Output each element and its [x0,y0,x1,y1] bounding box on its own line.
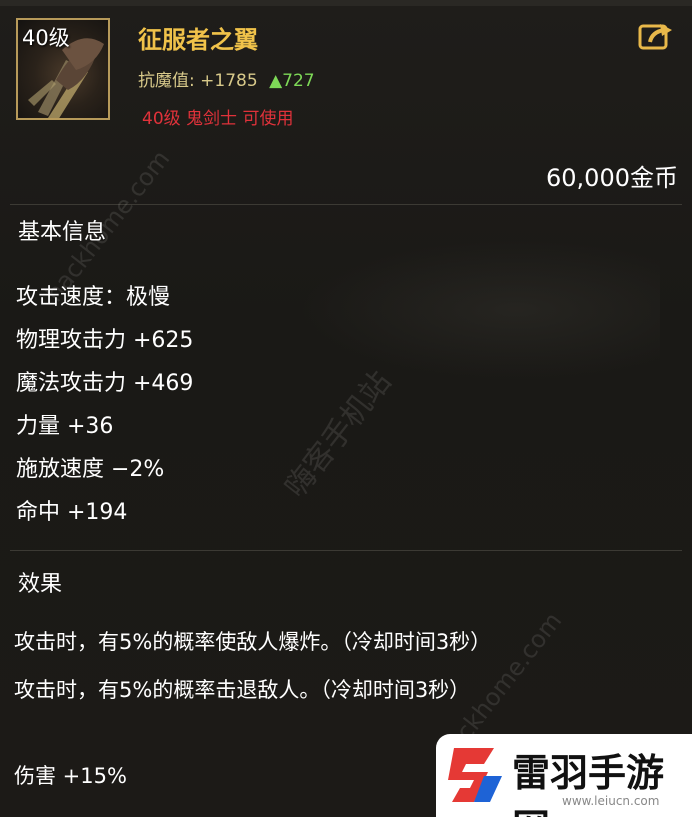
stat-cast-speed: 施放速度 −2% [16,457,165,482]
magic-resist-line: 抗魔值: +1785 ▲727 [138,66,315,91]
stat-hit: 命中 +194 [16,500,128,525]
magic-resist-value: +1785 [200,71,258,91]
item-level-tag: 40级 [22,26,70,50]
share-icon [638,24,672,50]
item-tooltip-panel: 40级 征服者之翼 抗魔值: +1785 ▲727 40级 鬼剑士 可使用 60… [0,0,692,817]
divider-middle [10,550,682,551]
effect-line-knockback: 攻击时，有5%的概率击退敌人。（冷却时间3秒） [14,678,471,702]
usage-requirement: 40级 鬼剑士 可使用 [142,109,294,129]
magic-resist-delta: ▲727 [269,71,315,91]
top-strip [0,0,692,6]
share-button[interactable] [638,22,674,52]
item-price: 60,000金币 [546,164,678,192]
stat-physical-attack: 物理攻击力 +625 [16,328,194,353]
effect-line-explode: 攻击时，有5%的概率使敌人爆炸。（冷却时间3秒） [14,630,492,654]
logo-mark-icon [448,748,502,802]
watermark-site-name: 嗨客手机站 [278,364,399,505]
stat-magic-attack: 魔法攻击力 +469 [16,371,194,396]
stat-strength: 力量 +36 [16,414,114,439]
effect-line-damage: 伤害 +15% [14,764,127,788]
background-shading [300,240,660,380]
item-name: 征服者之翼 [138,26,258,54]
site-logo: 雷羽手游网 www.leiucn.com [436,734,692,817]
stat-attack-speed: 攻击速度：极慢 [16,285,171,310]
magic-resist-label: 抗魔值: [138,71,195,91]
logo-url: www.leiucn.com [562,794,660,808]
effects-title: 效果 [18,572,63,597]
